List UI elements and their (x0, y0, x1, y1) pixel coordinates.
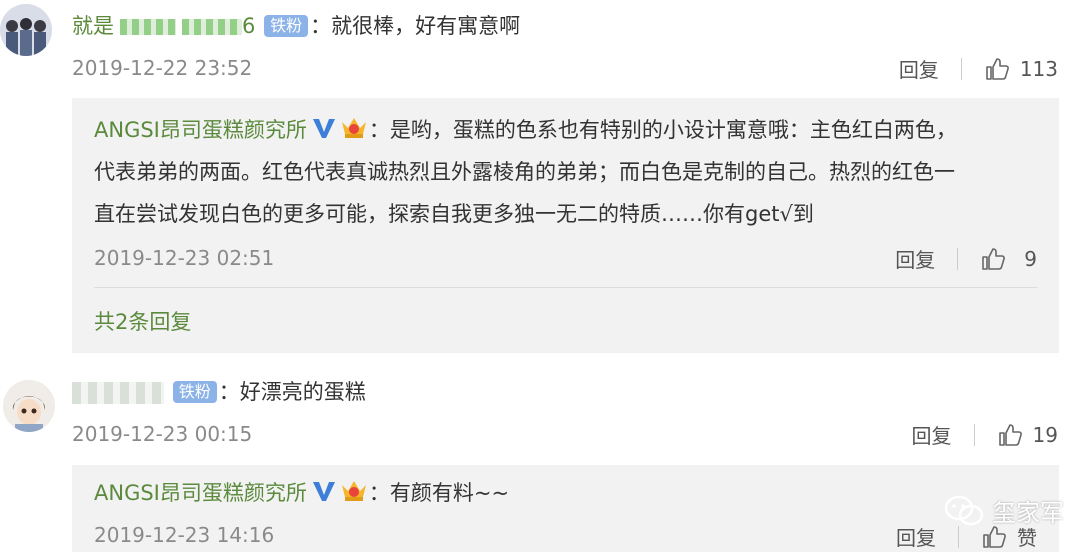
reply-container: ANGSI昂司蛋糕颜究所 ：有颜有料~~ 2019-12-23 14:16 回复 … (72, 465, 1059, 552)
comment-body: 铁粉 ：好漂亮的蛋糕 (72, 378, 366, 406)
reply-text-line: 直在尝试发现白色的更多可能，探索自我更多独一无二的特质……你有get√到 (94, 202, 814, 226)
comment-actions: 回复 19 (912, 420, 1058, 449)
divider (973, 423, 975, 446)
divider (958, 525, 959, 548)
divider (94, 287, 1037, 288)
avatar[interactable] (3, 380, 55, 432)
reply-button[interactable]: 回复 (895, 244, 935, 273)
thumbs-up-icon[interactable] (997, 422, 1023, 448)
reply-username[interactable]: ANGSI昂司蛋糕颜究所 (94, 481, 307, 505)
like-count: 19 (1032, 422, 1058, 447)
timestamp: 2019-12-23 02:51 (94, 246, 275, 270)
like-count: 113 (1019, 56, 1058, 81)
verified-v-icon (312, 119, 335, 138)
comment-actions: 回复 113 (899, 54, 1058, 83)
comment-item: 铁粉 ：好漂亮的蛋糕 2019-12-23 00:15 回复 19 (0, 370, 1080, 460)
reply-button[interactable]: 回复 (912, 420, 952, 449)
thumbs-up-icon[interactable] (984, 56, 1010, 82)
reply-button[interactable]: 回复 (896, 522, 936, 551)
crown-icon (341, 118, 366, 138)
like-count: 9 (1024, 246, 1037, 271)
verified-v-icon (312, 482, 335, 501)
comment-item: 就是 6 铁粉 ：就很棒，好有寓意啊 2019-12-22 23:52 回复 113 (0, 0, 1080, 95)
watermark-text: 玺家军 (992, 499, 1064, 527)
wechat-icon (944, 495, 984, 525)
fan-badge: 铁粉 (264, 15, 309, 37)
divider (960, 57, 962, 80)
timestamp: 2019-12-23 14:16 (94, 523, 275, 547)
timestamp: 2019-12-23 00:15 (72, 422, 253, 446)
avatar[interactable] (0, 4, 52, 56)
reply-button[interactable]: 回复 (899, 54, 939, 83)
username[interactable]: 就是 6 (72, 14, 255, 38)
watermark: 玺家军 (944, 493, 1064, 528)
view-more-replies-link[interactable]: 共2条回复 (94, 306, 191, 336)
thumbs-up-icon[interactable] (980, 246, 1006, 272)
comment-text: ：就很棒，好有寓意啊 (310, 14, 521, 38)
crown-icon (341, 481, 366, 501)
reply-text-line: ANGSI昂司蛋糕颜究所 ：是哟，蛋糕的色系也有特别的小设计寓意哦：主色红白两色， (94, 110, 957, 150)
comment-body: 就是 6 铁粉 ：就很棒，好有寓意啊 (72, 12, 520, 40)
username[interactable] (72, 380, 164, 404)
timestamp: 2019-12-22 23:52 (72, 56, 253, 80)
fan-badge: 铁粉 (172, 381, 217, 403)
comment-text: ：好漂亮的蛋糕 (218, 380, 366, 404)
reply-container: ANGSI昂司蛋糕颜究所 ：是哟，蛋糕的色系也有特别的小设计寓意哦：主色红白两色，… (72, 98, 1059, 353)
divider (957, 247, 959, 270)
reply-text-line: ANGSI昂司蛋糕颜究所 ：有颜有料~~ (94, 473, 509, 513)
reply-username[interactable]: ANGSI昂司蛋糕颜究所 (94, 118, 307, 142)
reply-actions: 回复 9 (895, 244, 1037, 273)
reply-text-line: 代表弟弟的两面。红色代表真诚热烈且外露棱角的弟弟；而白色是克制的自己。热烈的红色… (94, 160, 955, 184)
